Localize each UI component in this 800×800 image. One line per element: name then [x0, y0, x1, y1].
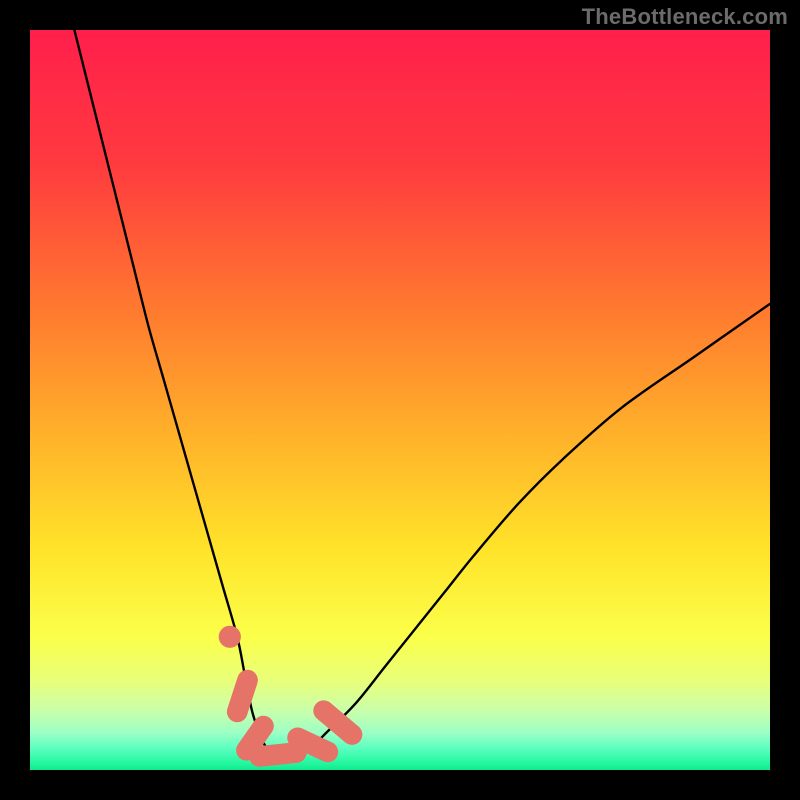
- marker-dot: [219, 626, 241, 648]
- bottleneck-curve: [74, 30, 770, 756]
- watermark-text: TheBottleneck.com: [582, 4, 788, 30]
- plot-area: [30, 30, 770, 770]
- marker-capsule: [237, 680, 247, 712]
- marker-capsule: [260, 753, 297, 757]
- marker-capsule: [298, 738, 328, 752]
- curve-layer: [30, 30, 770, 770]
- chart-frame: TheBottleneck.com: [0, 0, 800, 800]
